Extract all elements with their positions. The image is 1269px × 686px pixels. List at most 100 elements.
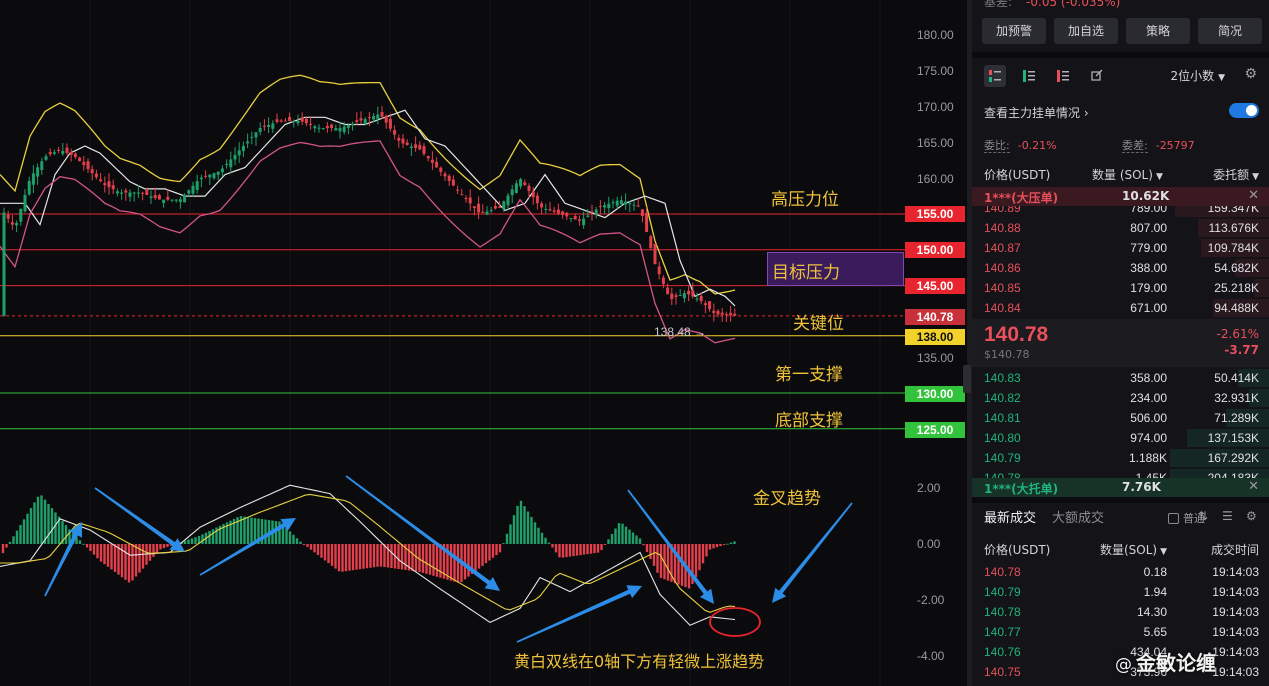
bid-book-icon[interactable] (1018, 65, 1040, 87)
macd-histogram-bar (355, 544, 358, 570)
bid-row[interactable]: 140.80 974.00 137.153K (972, 428, 1269, 448)
bid-row[interactable]: 140.83 358.00 50.414K (972, 368, 1269, 388)
tab-large-trades[interactable]: 大额成交 (1052, 507, 1104, 526)
bid-total: 50.414K (1214, 371, 1259, 385)
candle-body (149, 196, 153, 198)
ask-row[interactable]: 140.88 807.00 113.676K (972, 218, 1269, 238)
bid-row[interactable]: 140.81 506.00 71.289K (972, 408, 1269, 428)
candle-body (246, 141, 250, 144)
candle-body (27, 180, 31, 195)
candle-body (708, 301, 712, 310)
qty-column-header[interactable]: 数量 (SOL) ▼ (1092, 166, 1163, 183)
candle-body (23, 194, 27, 212)
bid-row[interactable]: 140.82 234.00 32.931K (972, 388, 1269, 408)
macd-histogram-bar (211, 529, 215, 544)
candle-body (82, 161, 86, 166)
candlestick-chart[interactable] (0, 0, 905, 686)
ask-price: 140.84 (984, 301, 1021, 315)
macd-histogram-bar (5, 544, 8, 548)
large-bid-banner[interactable]: 1***(大托单) 7.76K ✕ (972, 478, 1269, 497)
close-icon[interactable]: ✕ (1248, 188, 1259, 203)
ask-row[interactable]: 140.86 388.00 54.682K (972, 258, 1269, 278)
candle-body (124, 190, 128, 193)
candle-body (577, 219, 581, 221)
section-divider (972, 497, 1269, 503)
candle-body (233, 154, 237, 160)
candle-body (115, 191, 119, 194)
macd-histogram-bar (586, 544, 589, 555)
ask-row[interactable]: 140.85 179.00 25.218K (972, 278, 1269, 298)
candle-body (132, 192, 136, 194)
macd-histogram-bar (113, 544, 117, 572)
candle-body (57, 149, 61, 151)
candle-body (506, 195, 510, 206)
macd-histogram-bar (187, 539, 190, 544)
decimals-select[interactable]: 2位小数 ▼ (1170, 67, 1225, 84)
macd-histogram-bar (15, 530, 19, 544)
macd-histogram-bar (726, 543, 729, 545)
macd-histogram-bar (243, 516, 246, 544)
checkbox-icon[interactable] (1168, 512, 1179, 524)
bid-ask-diff: 委差: -25797 (1122, 139, 1195, 153)
total-column-header[interactable]: 委托额 ▼ (1213, 166, 1259, 183)
add-alert-button[interactable]: 加预警 (982, 18, 1046, 44)
candle-body (447, 175, 451, 181)
macd-histogram-bar (505, 533, 509, 544)
macd-histogram-bar (530, 516, 533, 544)
bid-row[interactable]: 140.79 1.188K 167.292K (972, 448, 1269, 468)
overview-button[interactable]: 简况 (1198, 18, 1262, 44)
candle-body (493, 206, 497, 209)
macd-histogram-bar (131, 544, 134, 581)
macd-histogram-bar (141, 544, 145, 569)
collapse-handle[interactable] (963, 365, 971, 393)
close-icon[interactable]: ✕ (1248, 479, 1259, 494)
axis-tick-label: 165.00 (917, 136, 954, 150)
candle-body (527, 185, 531, 192)
main-orders-toggle[interactable] (1229, 103, 1259, 118)
macd-histogram-bar (456, 544, 460, 583)
main-orders-label[interactable]: 查看主力挂单情况 › (984, 104, 1089, 121)
candle-body (162, 199, 166, 204)
gear-icon[interactable]: ⚙ (1244, 66, 1257, 82)
macd-histogram-bar (624, 526, 628, 544)
candle-body (670, 293, 674, 300)
add-watchlist-button[interactable]: 加自选 (1054, 18, 1118, 44)
price-axis[interactable]: 180.00 175.00 170.00 165.00 160.00 135.00 2.00… (905, 0, 967, 686)
candle-body (523, 182, 527, 186)
macd-histogram-bar (582, 544, 586, 555)
candle-body (674, 295, 678, 298)
price-level-tag: 125.00 (905, 422, 965, 438)
candle-body (174, 199, 178, 201)
both-book-icon[interactable] (984, 65, 1006, 87)
candle-body (300, 117, 304, 122)
candle-body (443, 173, 447, 177)
macd-histogram-bar (656, 544, 659, 573)
candle-body (94, 173, 98, 178)
macd-histogram-bar (194, 537, 197, 544)
book-view-icons (984, 65, 1108, 87)
ask-qty: 388.00 (1130, 261, 1167, 275)
chart-area[interactable]: 高压力位 目标压力 关键位 第一支撑 底部支撑 金叉趋势 黄白双线在0轴下方有轻… (0, 0, 905, 686)
layout-icon[interactable]: ☰ (1222, 509, 1233, 523)
macd-histogram-bar (432, 544, 435, 576)
ask-row[interactable]: 140.84 671.00 94.488K (972, 298, 1269, 318)
strategy-button[interactable]: 策略 (1126, 18, 1190, 44)
tab-latest-trades[interactable]: 最新成交 (984, 507, 1036, 526)
gear-icon[interactable]: ⚙ (1246, 509, 1257, 523)
ask-row[interactable]: 140.87 779.00 109.784K (972, 238, 1269, 258)
price-level-tag: 130.00 (905, 386, 965, 402)
macd-histogram-bar (498, 544, 502, 553)
filter-icon[interactable]: ⇅ (1198, 509, 1208, 523)
candle-body (535, 195, 539, 204)
large-ask-banner[interactable]: 1***(大压单) 10.62K ✕ (972, 187, 1269, 206)
candle-body (36, 167, 40, 177)
trades-icon[interactable] (1086, 65, 1108, 87)
candle-body (615, 200, 619, 206)
candle-body (640, 209, 644, 217)
ask-book-icon[interactable] (1052, 65, 1074, 87)
candle-body (254, 132, 258, 138)
candle-body (367, 117, 371, 119)
candle-body (145, 190, 149, 195)
trade-qty-header[interactable]: 数量(SOL) ▼ (1100, 541, 1167, 558)
macd-histogram-bar (208, 530, 211, 544)
